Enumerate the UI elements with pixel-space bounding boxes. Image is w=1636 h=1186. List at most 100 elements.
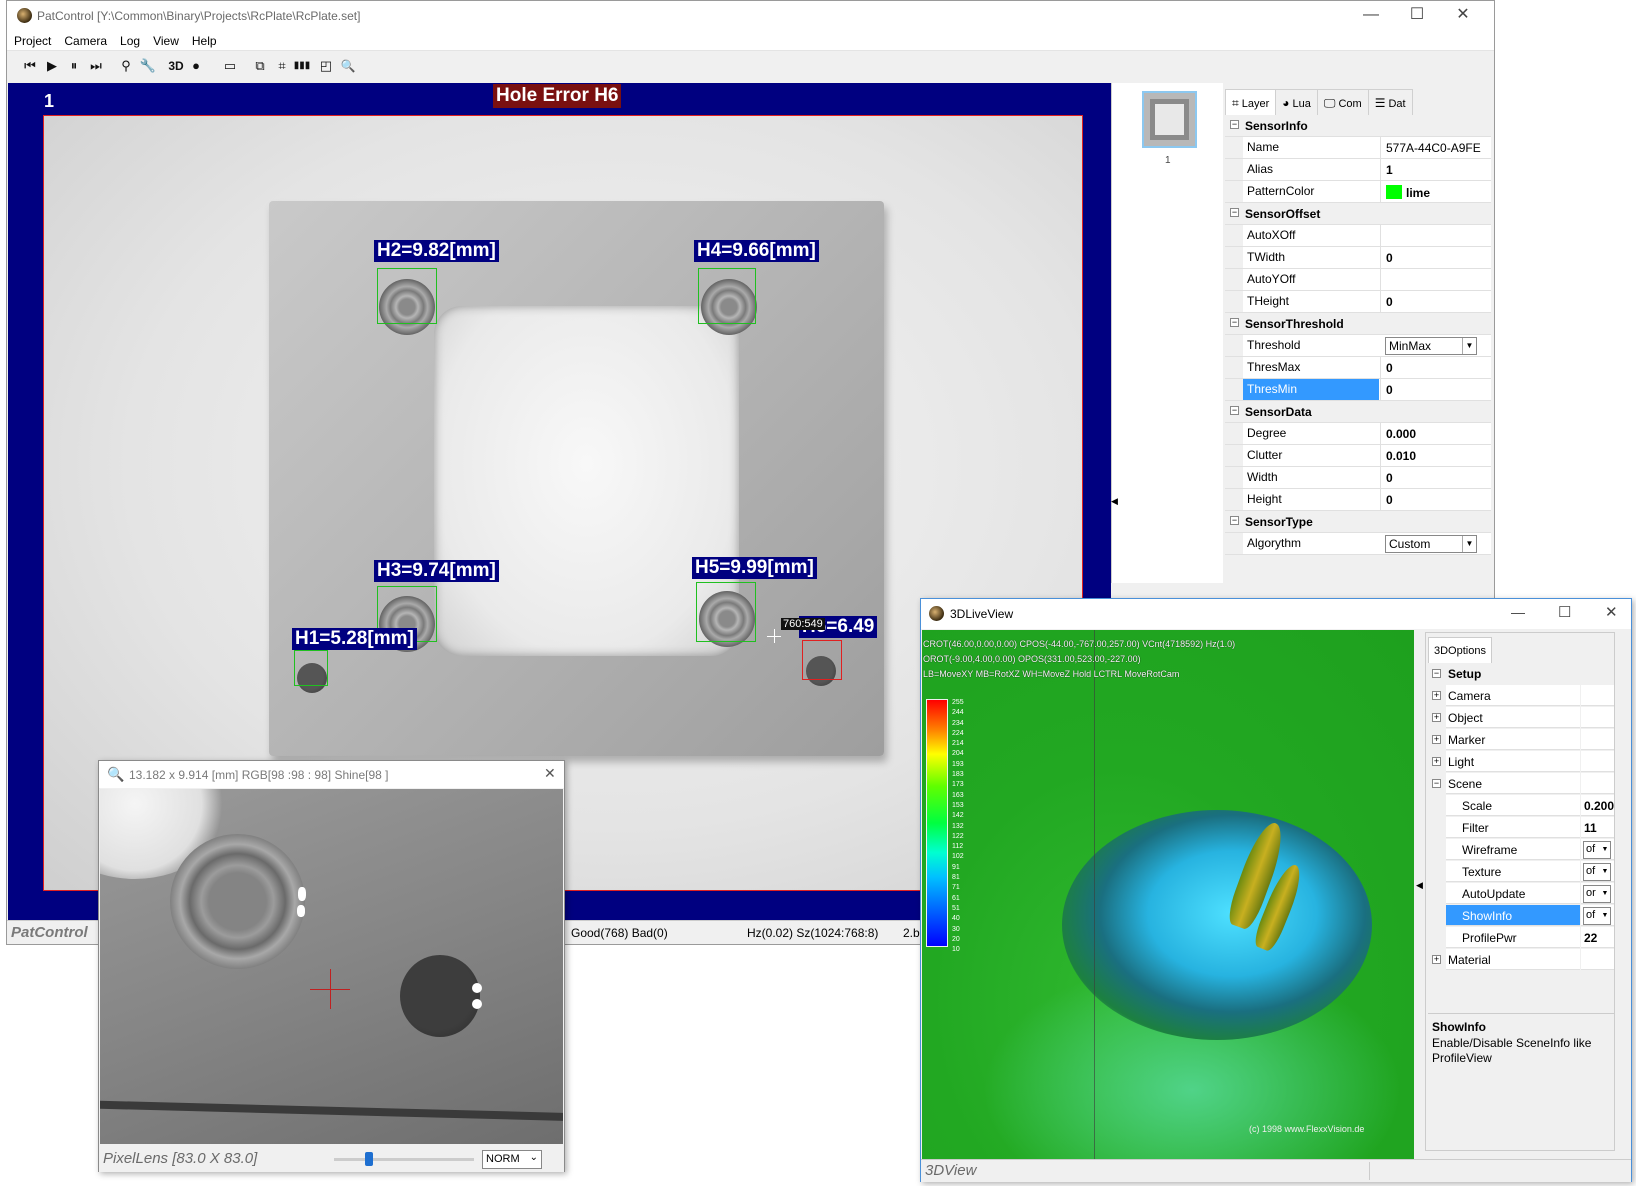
3d-viewport[interactable]: CROT(46.00,0.00,0.00) CPOS(-44.00,-767.0… xyxy=(922,630,1414,1159)
option-marker[interactable]: + Marker xyxy=(1428,729,1614,751)
prop-threshold[interactable]: Threshold MinMax ▼ xyxy=(1225,335,1491,357)
3d-view-button[interactable]: 3D xyxy=(165,58,187,74)
prop-name[interactable]: Name 577A-44C0-A9FE xyxy=(1225,137,1491,159)
fit-icon[interactable]: ⧉ xyxy=(251,58,269,74)
option-scene[interactable]: − Scene xyxy=(1428,773,1614,795)
prop-theight[interactable]: THeight 0 xyxy=(1225,291,1491,313)
option-light[interactable]: + Light xyxy=(1428,751,1614,773)
next-icon[interactable]: ⏭ xyxy=(87,58,105,74)
menu-view[interactable]: View xyxy=(146,31,185,48)
collapse-icon[interactable]: − xyxy=(1230,208,1239,217)
expand-icon[interactable]: + xyxy=(1432,735,1441,744)
category-sensorinfo[interactable]: − SensorInfo xyxy=(1225,115,1491,137)
option-material[interactable]: + Material xyxy=(1428,949,1614,971)
wireframe-select[interactable]: of ▼ xyxy=(1583,841,1611,859)
close-button[interactable]: ✕ xyxy=(1605,603,1618,621)
options-splitter[interactable]: ◀ xyxy=(1415,630,1425,1159)
minimize-button[interactable]: — xyxy=(1511,604,1525,620)
scale-label: 132 xyxy=(952,822,964,830)
tab-layer[interactable]: ⌗ Layer xyxy=(1225,89,1277,115)
option-profilepwr[interactable]: ProfilePwr 22 xyxy=(1428,927,1614,949)
option-camera[interactable]: + Camera xyxy=(1428,685,1614,707)
prop-autoxoff[interactable]: AutoXOff xyxy=(1225,225,1491,247)
category-setup[interactable]: − Setup xyxy=(1428,663,1614,685)
zoom-slider-handle[interactable] xyxy=(365,1152,373,1166)
play-icon[interactable]: ▶ xyxy=(43,58,61,74)
prop-autoyoff[interactable]: AutoYOff xyxy=(1225,269,1491,291)
prop-degree[interactable]: Degree 0.000 xyxy=(1225,423,1491,445)
wrench-icon[interactable]: 🔧 xyxy=(139,58,157,74)
prop-algorythm[interactable]: Algorythm Custom ▼ xyxy=(1225,533,1491,555)
option-scale[interactable]: Scale 0.200 xyxy=(1428,795,1614,817)
prop-thresmax[interactable]: ThresMax 0 xyxy=(1225,357,1491,379)
pause-icon[interactable]: ⏸ xyxy=(65,58,83,74)
menu-log[interactable]: Log xyxy=(113,31,146,48)
lens-mode-select[interactable]: NORM ⌄ xyxy=(482,1150,542,1169)
category-sensoroffset[interactable]: − SensorOffset xyxy=(1225,203,1491,225)
hole-box-h6[interactable] xyxy=(802,640,842,680)
pixellens-image[interactable] xyxy=(100,789,563,1144)
collapse-arrow-icon[interactable]: ◀ xyxy=(1111,496,1118,507)
zoom-icon[interactable]: 🔍 xyxy=(339,58,357,74)
option-texture[interactable]: Texture of ▼ xyxy=(1428,861,1614,883)
menu-camera[interactable]: Camera xyxy=(57,31,113,48)
close-button[interactable]: ✕ xyxy=(1440,1,1486,31)
hole-box-h2[interactable] xyxy=(377,268,437,324)
expand-icon[interactable]: + xyxy=(1432,691,1441,700)
hole-box-h1[interactable] xyxy=(294,650,328,686)
collapse-icon[interactable]: − xyxy=(1230,516,1239,525)
threshold-select[interactable]: MinMax ▼ xyxy=(1385,337,1477,355)
select-tool-icon[interactable]: ⚲ xyxy=(117,58,135,74)
menu-help[interactable]: Help xyxy=(185,31,223,48)
prop-clutter[interactable]: Clutter 0.010 xyxy=(1225,445,1491,467)
tab-lua[interactable]: ◕ Lua xyxy=(1275,89,1318,115)
zoom-slider-track[interactable] xyxy=(334,1158,474,1161)
option-filter[interactable]: Filter 11 xyxy=(1428,817,1614,839)
collapse-arrow-icon[interactable]: ◀ xyxy=(1416,880,1423,891)
option-object[interactable]: + Object xyxy=(1428,707,1614,729)
option-autoupdate[interactable]: AutoUpdate or ▼ xyxy=(1428,883,1614,905)
tab-com[interactable]: 🖵 Com xyxy=(1316,89,1369,115)
option-showinfo[interactable]: ShowInfo of ▼ xyxy=(1428,905,1614,927)
collapse-icon[interactable]: − xyxy=(1432,779,1441,788)
category-sensordata[interactable]: − SensorData xyxy=(1225,401,1491,423)
roi-icon[interactable]: ◰ xyxy=(317,58,335,74)
expand-icon[interactable]: + xyxy=(1432,955,1441,964)
histogram-icon[interactable]: ▮▮▮ xyxy=(293,58,311,74)
maximize-button[interactable]: ☐ xyxy=(1394,1,1440,31)
expand-icon[interactable]: + xyxy=(1432,757,1441,766)
lua-icon[interactable]: ● xyxy=(187,58,205,74)
texture-select[interactable]: of ▼ xyxy=(1583,863,1611,881)
hole-box-h4[interactable] xyxy=(698,268,756,324)
collapse-icon[interactable]: − xyxy=(1432,669,1441,678)
tab-3doptions[interactable]: 3DOptions xyxy=(1428,637,1492,663)
prop-thresmin[interactable]: ThresMin 0 xyxy=(1225,379,1491,401)
collapse-icon[interactable]: − xyxy=(1230,318,1239,327)
hole-box-h5[interactable] xyxy=(696,582,756,642)
chevron-down-icon[interactable]: ▼ xyxy=(1462,536,1476,552)
chevron-down-icon[interactable]: ▼ xyxy=(1462,338,1476,354)
category-sensorthreshold[interactable]: − SensorThreshold xyxy=(1225,313,1491,335)
menu-project[interactable]: Project xyxy=(7,31,57,48)
minimize-button[interactable]: — xyxy=(1348,1,1394,31)
previous-icon[interactable]: ⏮ xyxy=(21,58,39,74)
option-wireframe[interactable]: Wireframe of ▼ xyxy=(1428,839,1614,861)
algorythm-select[interactable]: Custom ▼ xyxy=(1385,535,1477,553)
category-sensortype[interactable]: − SensorType xyxy=(1225,511,1491,533)
prop-alias[interactable]: Alias 1 xyxy=(1225,159,1491,181)
sensor-thumbnail[interactable] xyxy=(1142,91,1197,148)
close-button[interactable]: ✕ xyxy=(544,765,556,782)
prop-height[interactable]: Height 0 xyxy=(1225,489,1491,511)
maximize-button[interactable]: ☐ xyxy=(1558,603,1571,621)
grid-icon[interactable]: ⌗ xyxy=(273,58,291,74)
showinfo-select[interactable]: of ▼ xyxy=(1583,907,1611,925)
expand-icon[interactable]: + xyxy=(1432,713,1441,722)
collapse-icon[interactable]: − xyxy=(1230,120,1239,129)
frame-icon[interactable]: ▭ xyxy=(221,58,239,74)
prop-patterncolor[interactable]: PatternColor lime xyxy=(1225,181,1491,203)
prop-width[interactable]: Width 0 xyxy=(1225,467,1491,489)
tab-dat[interactable]: ☰ Dat xyxy=(1367,89,1413,115)
collapse-icon[interactable]: − xyxy=(1230,406,1239,415)
autoupdate-select[interactable]: or ▼ xyxy=(1583,885,1611,903)
prop-twidth[interactable]: TWidth 0 xyxy=(1225,247,1491,269)
